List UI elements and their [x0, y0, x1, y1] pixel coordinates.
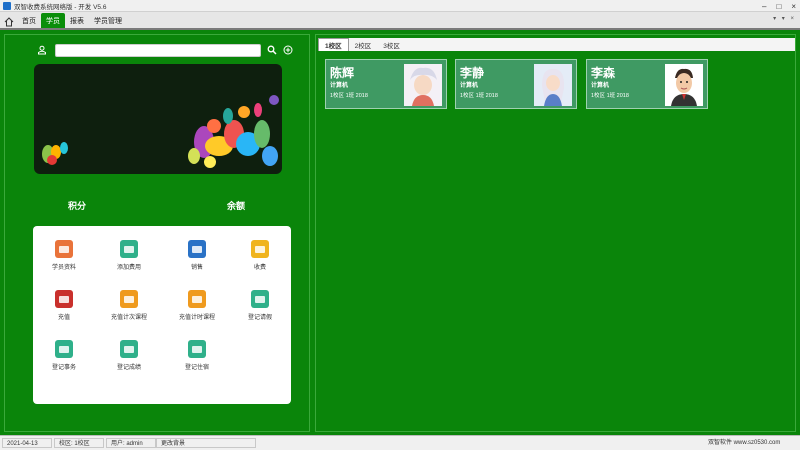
register-score-button[interactable]: 登记成绩: [99, 340, 159, 371]
menu-item-students[interactable]: 学员: [41, 13, 65, 28]
sale-icon: [188, 240, 206, 258]
student-card[interactable]: 李森 计算机 1校区 1班 2018: [586, 59, 708, 109]
menu-item-home[interactable]: 首页: [17, 13, 41, 28]
student-class: 1校区 1班 2018: [591, 93, 629, 99]
menu-item-student-management[interactable]: 学员管理: [89, 13, 127, 28]
student-major: 计算机: [591, 83, 610, 89]
money-add-icon: [120, 240, 138, 258]
campus-tabs: 1校区 2校区 3校区: [318, 38, 795, 51]
change-background-button[interactable]: 更改背景: [156, 438, 256, 448]
recharge-time-course-button[interactable]: 充值计时课程: [167, 290, 227, 321]
avatar: [534, 64, 572, 106]
home-icon[interactable]: [4, 17, 14, 27]
avatar: [665, 64, 703, 106]
status-user: 用户: admin: [106, 438, 156, 448]
sale-button[interactable]: 销售: [167, 240, 227, 271]
user-icon[interactable]: [37, 45, 47, 55]
app-icon: [3, 1, 11, 10]
score-icon: [120, 340, 138, 358]
recharge-icon: [55, 290, 73, 308]
student-major: 计算机: [330, 83, 349, 89]
status-campus: 校区: 1校区: [54, 438, 104, 448]
minimize-icon[interactable]: –: [762, 2, 766, 11]
avatar: [404, 64, 442, 106]
charge-icon: [251, 240, 269, 258]
points-label: 积分: [68, 201, 87, 211]
tab-campus-1[interactable]: 1校区: [318, 38, 349, 51]
add-icon[interactable]: [283, 45, 293, 55]
recharge-button[interactable]: 充值: [34, 290, 94, 321]
id-card-icon: [55, 240, 73, 258]
affair-icon: [55, 340, 73, 358]
dorm-icon: [188, 340, 206, 358]
student-class: 1校区 1班 2018: [460, 93, 498, 99]
function-panel: 学员资料 添加费用 销售 收费 充值 充值计次课程 充值计时课程 登记请假 登记…: [33, 226, 291, 404]
main-area: 积分 余额 学员资料 添加费用 销售 收费 充值 充值计次课程 充值计时课程 登…: [0, 30, 800, 435]
register-leave-button[interactable]: 登记请假: [230, 290, 290, 321]
window-controls: – □ ×: [762, 0, 796, 12]
status-date: 2021-04-13: [2, 438, 52, 448]
student-name: 李森: [591, 66, 616, 80]
menu-item-reports[interactable]: 报表: [65, 13, 89, 28]
student-name: 李静: [460, 66, 485, 80]
student-name: 陈辉: [330, 66, 355, 80]
right-panel: 1校区 2校区 3校区 陈辉 计算机 1校区 1班 2018 李静 计算机 1校…: [315, 34, 796, 432]
title-bar: 双智收费系统网络版 - 开发 V5.6 – □ ×: [0, 0, 800, 12]
window-title: 双智收费系统网络版 - 开发 V5.6: [14, 3, 107, 11]
search-input[interactable]: [55, 43, 261, 57]
menu-bar: 首页 学员 报表 学员管理 ▾ ▾ ×: [0, 12, 800, 30]
menu-right-controls[interactable]: ▾ ▾ ×: [773, 15, 796, 22]
card-icon: [188, 290, 206, 308]
student-class: 1校区 1班 2018: [330, 93, 368, 99]
student-card[interactable]: 陈辉 计算机 1校区 1班 2018: [325, 59, 447, 109]
leave-icon: [251, 290, 269, 308]
search-icon[interactable]: [267, 45, 277, 55]
register-affair-button[interactable]: 登记事务: [34, 340, 94, 371]
tab-campus-2[interactable]: 2校区: [349, 38, 378, 51]
left-panel: 积分 余额 学员资料 添加费用 销售 收费 充值 充值计次课程 充值计时课程 登…: [4, 34, 310, 432]
search-row: [37, 43, 307, 57]
status-bar: 2021-04-13 校区: 1校区 用户: admin 更改背景 双智软件 w…: [0, 435, 800, 450]
register-dorm-button[interactable]: 登记住宿: [167, 340, 227, 371]
maximize-icon[interactable]: □: [776, 2, 781, 11]
tab-campus-3[interactable]: 3校区: [377, 38, 406, 51]
student-major: 计算机: [460, 83, 479, 89]
charge-button[interactable]: 收费: [230, 240, 290, 271]
student-card[interactable]: 李静 计算机 1校区 1班 2018: [455, 59, 577, 109]
status-vendor: 双智软件 www.sz0530.com: [708, 440, 781, 446]
banner-image: [34, 64, 282, 174]
recharge-count-course-button[interactable]: 充值计次课程: [99, 290, 159, 321]
card-icon: [120, 290, 138, 308]
balance-label: 余额: [227, 201, 246, 211]
close-icon[interactable]: ×: [791, 2, 796, 11]
student-info-button[interactable]: 学员资料: [34, 240, 94, 271]
add-fee-button[interactable]: 添加费用: [99, 240, 159, 271]
